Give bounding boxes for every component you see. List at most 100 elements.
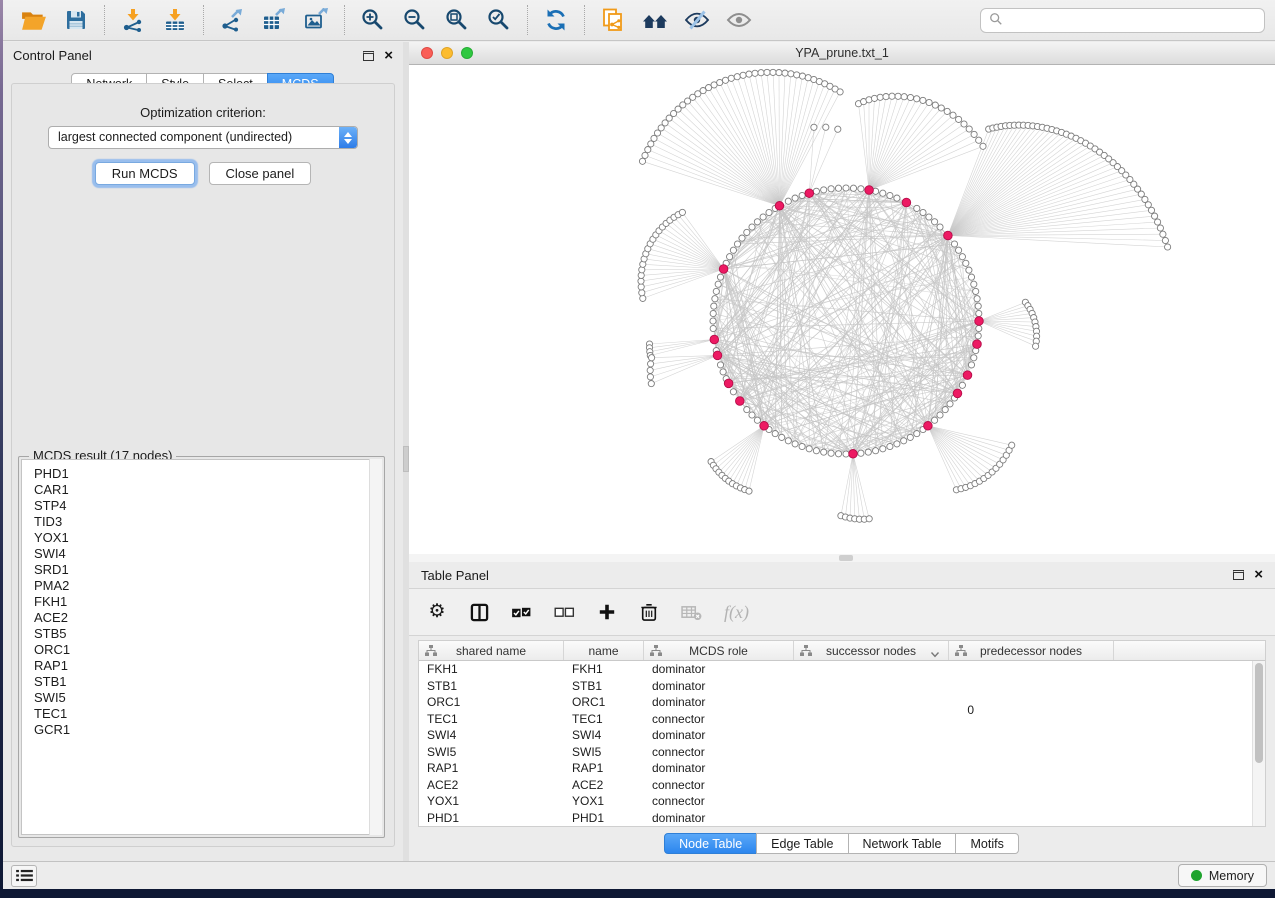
cell-shared-name: TEC1 bbox=[419, 712, 564, 726]
mcds-result-list[interactable]: PHD1CAR1STP4TID3YOX1SWI4SRD1PMA2FKH1ACE2… bbox=[21, 459, 382, 835]
deselect-all-icon[interactable] bbox=[554, 606, 575, 619]
cell-MCDS-role: dominator bbox=[644, 728, 794, 742]
mcds-node-item[interactable]: SRD1 bbox=[34, 562, 381, 578]
search-box[interactable] bbox=[980, 8, 1265, 33]
scrollbar-thumb[interactable] bbox=[1255, 663, 1263, 763]
toolbar-separator bbox=[584, 5, 585, 35]
column-label: successor nodes bbox=[826, 644, 916, 658]
criterion-dropdown[interactable]: largest connected component (undirected) bbox=[48, 126, 358, 149]
mcds-node-item[interactable]: CAR1 bbox=[34, 482, 381, 498]
toolbar-separator bbox=[344, 5, 345, 35]
table-row[interactable]: PHD1PHD1dominator180 bbox=[419, 810, 1252, 827]
import-table-icon[interactable] bbox=[160, 5, 190, 35]
mcds-list-scrollbar[interactable] bbox=[369, 459, 382, 835]
cell-shared-name: STB1 bbox=[419, 679, 564, 693]
table-body: FKH1FKH1dominator962STB1STB1dominator620… bbox=[419, 661, 1252, 826]
mcds-node-item[interactable]: ORC1 bbox=[34, 642, 381, 658]
mcds-node-item[interactable]: YOX1 bbox=[34, 530, 381, 546]
cell-MCDS-role: connector bbox=[644, 745, 794, 759]
select-all-icon[interactable] bbox=[511, 605, 532, 620]
table-tabs: Node TableEdge TableNetwork TableMotifs bbox=[409, 833, 1275, 854]
mcds-node-item[interactable]: STB5 bbox=[34, 626, 381, 642]
refresh-icon[interactable] bbox=[541, 5, 571, 35]
mcds-node-item[interactable]: GCR1 bbox=[34, 722, 381, 738]
show-all-icon[interactable] bbox=[724, 5, 754, 35]
save-session-icon[interactable] bbox=[61, 5, 91, 35]
mcds-node-item[interactable]: ACE2 bbox=[34, 610, 381, 626]
network-canvas[interactable] bbox=[409, 65, 1275, 554]
close-panel-icon[interactable]: × bbox=[1254, 570, 1263, 580]
zoom-out-icon[interactable] bbox=[400, 5, 430, 35]
column-header-MCDS-role[interactable]: MCDS role bbox=[644, 641, 794, 660]
column-header-predecessor-nodes[interactable]: predecessor nodes bbox=[949, 641, 1114, 660]
table-header-row: shared name name MCDS role successor nodes p… bbox=[419, 641, 1265, 661]
mcds-node-item[interactable]: PMA2 bbox=[34, 578, 381, 594]
zoom-fit-icon[interactable] bbox=[442, 5, 472, 35]
show-columns-icon[interactable] bbox=[469, 603, 489, 622]
cell-name: RAP1 bbox=[564, 761, 644, 775]
table-row[interactable]: FKH1FKH1dominator962 bbox=[419, 661, 1252, 678]
tab-edge-table[interactable]: Edge Table bbox=[756, 833, 848, 854]
export-table-icon[interactable] bbox=[259, 5, 289, 35]
mcds-node-item[interactable]: FKH1 bbox=[34, 594, 381, 610]
mcds-node-item[interactable]: SWI4 bbox=[34, 546, 381, 562]
column-header-name[interactable]: name bbox=[564, 641, 644, 660]
add-column-icon[interactable] bbox=[597, 603, 617, 621]
import-network-icon[interactable] bbox=[118, 5, 148, 35]
mcds-node-item[interactable]: PHD1 bbox=[34, 466, 381, 482]
horizontal-splitter[interactable] bbox=[409, 554, 1275, 562]
mcds-node-item[interactable]: STB1 bbox=[34, 674, 381, 690]
column-header-filler bbox=[1114, 641, 1265, 660]
toolbar-separator bbox=[104, 5, 105, 35]
column-header-successor-nodes[interactable]: successor nodes bbox=[794, 641, 949, 660]
export-image-icon[interactable] bbox=[301, 5, 331, 35]
hide-selected-icon[interactable] bbox=[682, 5, 712, 35]
close-panel-button[interactable]: Close panel bbox=[209, 162, 312, 185]
mcds-node-item[interactable]: TEC1 bbox=[34, 706, 381, 722]
cell-name: PHD1 bbox=[564, 811, 644, 825]
open-session-icon[interactable] bbox=[19, 5, 49, 35]
search-icon bbox=[989, 12, 1003, 29]
export-network-icon[interactable] bbox=[217, 5, 247, 35]
mcds-node-item[interactable]: SWI5 bbox=[34, 690, 381, 706]
mcds-node-item[interactable]: RAP1 bbox=[34, 658, 381, 674]
splitter-grip[interactable] bbox=[839, 555, 853, 561]
table-panel-header: Table Panel × bbox=[409, 562, 1275, 588]
cell-name: YOX1 bbox=[564, 794, 644, 808]
table-row[interactable]: STB1STB1dominator620 bbox=[419, 678, 1252, 695]
cell-name: FKH1 bbox=[564, 662, 644, 676]
zoom-in-icon[interactable] bbox=[358, 5, 388, 35]
float-panel-icon[interactable] bbox=[363, 51, 374, 61]
table-settings-icon[interactable]: ⚙ bbox=[427, 603, 447, 621]
memory-status-icon bbox=[1191, 870, 1202, 881]
column-label: name bbox=[588, 644, 618, 658]
column-label: shared name bbox=[456, 644, 526, 658]
network-window-titlebar[interactable]: YPA_prune.txt_1 bbox=[409, 42, 1275, 65]
delete-column-icon[interactable] bbox=[639, 602, 659, 622]
run-mcds-button[interactable]: Run MCDS bbox=[95, 162, 195, 185]
clone-network-icon[interactable] bbox=[598, 5, 628, 35]
close-panel-icon[interactable]: × bbox=[384, 51, 393, 61]
search-input[interactable] bbox=[1009, 13, 1256, 27]
cell-predecessor-nodes: 0 bbox=[825, 703, 990, 798]
zoom-selected-icon[interactable] bbox=[484, 5, 514, 35]
cell-name: STB1 bbox=[564, 679, 644, 693]
cell-MCDS-role: dominator bbox=[644, 695, 794, 709]
tab-motifs[interactable]: Motifs bbox=[955, 833, 1018, 854]
memory-button[interactable]: Memory bbox=[1178, 864, 1267, 887]
cell-MCDS-role: connector bbox=[644, 794, 794, 808]
float-panel-icon[interactable] bbox=[1233, 570, 1244, 580]
mcds-node-item[interactable]: TID3 bbox=[34, 514, 381, 530]
tab-node-table[interactable]: Node Table bbox=[664, 833, 757, 854]
mcds-node-item[interactable]: STP4 bbox=[34, 498, 381, 514]
main-toolbar bbox=[3, 0, 1275, 41]
column-header-shared-name[interactable]: shared name bbox=[419, 641, 564, 660]
task-history-button[interactable] bbox=[11, 865, 37, 887]
criterion-value: largest connected component (undirected) bbox=[58, 130, 292, 144]
first-neighbors-icon[interactable] bbox=[640, 5, 670, 35]
cell-shared-name: PHD1 bbox=[419, 811, 564, 825]
cell-name: TEC1 bbox=[564, 712, 644, 726]
column-type-icon bbox=[650, 645, 662, 659]
table-scrollbar[interactable] bbox=[1252, 661, 1265, 826]
tab-network-table[interactable]: Network Table bbox=[848, 833, 957, 854]
